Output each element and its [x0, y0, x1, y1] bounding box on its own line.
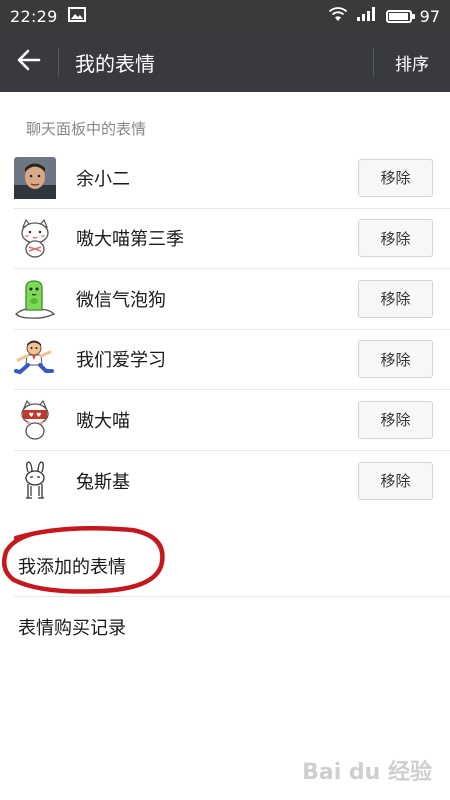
- rabbit-icon: [14, 460, 56, 502]
- person-photo-icon: [14, 156, 56, 199]
- remove-button[interactable]: 移除: [358, 461, 433, 500]
- cat-holding-sign-icon: ♥ ♥: [14, 399, 56, 441]
- content: 聊天面板中的表情 余小二 移除 嗷大喵第三季 移除 微信气泡狗 移除 我们爱学习…: [0, 92, 450, 657]
- sticker-name: 嗷大喵第三季: [76, 229, 184, 251]
- watermark: Bai du 经验: [302, 754, 432, 786]
- student-icon: [14, 338, 56, 380]
- green-dog-icon: [14, 278, 56, 320]
- sort-button[interactable]: 排序: [374, 32, 450, 92]
- battery-icon: [385, 9, 415, 23]
- title-bar: 我的表情 排序: [0, 32, 450, 92]
- sticker-row: 余小二 移除: [14, 148, 450, 209]
- sticker-row: 微信气泡狗 移除: [14, 269, 450, 330]
- white-cat-icon: [14, 217, 56, 259]
- sticker-name: 余小二: [76, 168, 130, 190]
- sticker-row: ♥ ♥ 嗷大喵 移除: [14, 390, 450, 451]
- sticker-name: 兔斯基: [76, 471, 130, 493]
- page-title: 我的表情: [75, 51, 155, 76]
- battery-percent: 97: [419, 6, 440, 26]
- remove-button[interactable]: 移除: [358, 158, 433, 197]
- svg-text:♥ ♥: ♥ ♥: [29, 412, 42, 419]
- sticker-name: 嗷大喵: [76, 410, 130, 432]
- sticker-purchase-history-item[interactable]: 表情购买记录: [0, 597, 450, 657]
- sticker-row: 嗷大喵第三季 移除: [14, 209, 450, 269]
- status-time: 22:29: [10, 6, 58, 26]
- sticker-list: 余小二 移除 嗷大喵第三季 移除 微信气泡狗 移除 我们爱学习 移除 ♥ ♥ 嗷…: [0, 148, 450, 511]
- signal-icon: [356, 6, 378, 26]
- remove-button[interactable]: 移除: [358, 400, 433, 439]
- remove-button[interactable]: 移除: [358, 279, 433, 318]
- remove-button[interactable]: 移除: [358, 340, 433, 379]
- image-icon: [67, 6, 86, 26]
- back-arrow-icon: [17, 49, 41, 75]
- battery-level: [388, 12, 408, 20]
- sticker-name: 微信气泡狗: [76, 289, 166, 311]
- section-header: 聊天面板中的表情: [26, 120, 147, 138]
- status-bar: 22:29 97: [0, 0, 450, 32]
- sticker-row: 兔斯基 移除: [14, 451, 450, 512]
- sticker-row: 我们爱学习 移除: [14, 330, 450, 390]
- back-button[interactable]: [0, 32, 58, 92]
- sticker-name: 我们爱学习: [76, 350, 166, 372]
- my-added-stickers-item[interactable]: 我添加的表情: [0, 536, 450, 596]
- remove-button[interactable]: 移除: [358, 219, 433, 258]
- watermark-text: Bai du 经验: [302, 760, 432, 785]
- wifi-icon: [328, 6, 348, 26]
